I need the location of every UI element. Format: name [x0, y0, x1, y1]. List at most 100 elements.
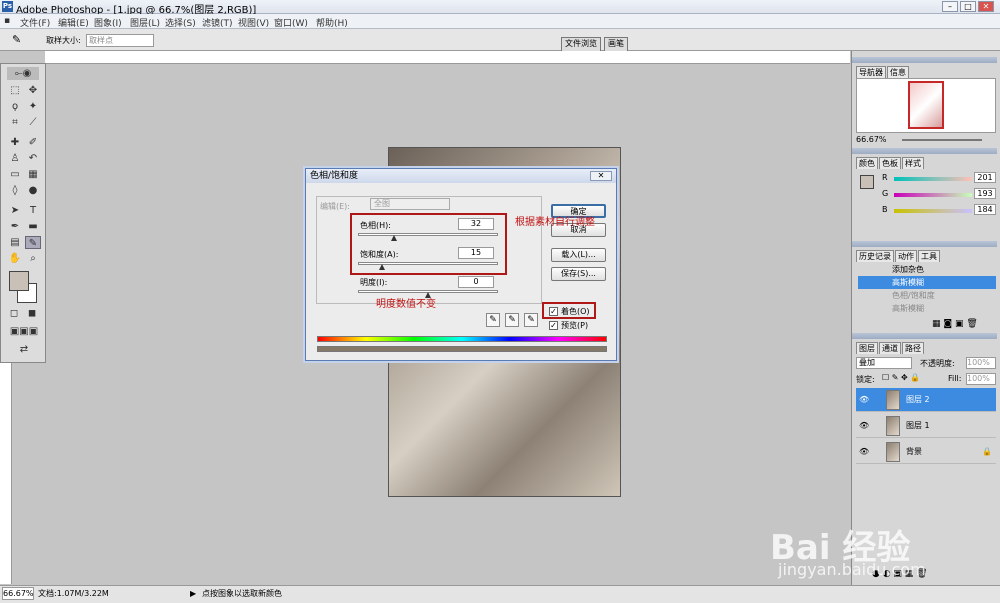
blur-tool-icon[interactable]: ◊: [7, 184, 23, 197]
menu-select[interactable]: 选择(S): [165, 16, 196, 29]
path-select-icon[interactable]: ➤: [7, 204, 23, 217]
eyedropper-plus-icon[interactable]: ✎: [505, 313, 519, 327]
tab-tools[interactable]: 工具: [918, 250, 940, 262]
load-button[interactable]: 载入(L)...: [551, 248, 606, 262]
layers-panel-bar[interactable]: [852, 333, 997, 339]
r-value[interactable]: 201: [974, 172, 996, 183]
eye-icon[interactable]: 👁: [859, 414, 869, 438]
tab-info[interactable]: 信息: [887, 66, 909, 78]
eyedropper-minus-icon[interactable]: ✎: [524, 313, 538, 327]
tab-navigator[interactable]: 导航器: [856, 66, 886, 78]
menu-filter[interactable]: 滤镜(T): [202, 16, 233, 29]
history-item-active[interactable]: 高斯模糊: [858, 276, 996, 289]
move-tool-icon[interactable]: ✥: [25, 84, 41, 97]
g-label: G: [882, 189, 889, 198]
g-value[interactable]: 193: [974, 188, 996, 199]
crop-tool-icon[interactable]: ⌗: [7, 116, 23, 129]
tab-swatches[interactable]: 色板: [879, 157, 901, 169]
eyedropper-icon[interactable]: ✎: [12, 33, 21, 46]
menu-view[interactable]: 视图(V): [238, 16, 269, 29]
color-panel-bar[interactable]: [852, 148, 997, 154]
history-item[interactable]: 色相/饱和度: [858, 289, 996, 302]
type-tool-icon[interactable]: T: [25, 204, 41, 217]
r-slider[interactable]: [894, 177, 972, 181]
jump-to-imageready-icon[interactable]: ⇄: [7, 343, 41, 356]
maximize-icon[interactable]: □: [960, 1, 976, 12]
tab-file-browser[interactable]: 文件浏览: [561, 37, 601, 51]
dialog-close-icon[interactable]: ✕: [590, 171, 612, 181]
shape-tool-icon[interactable]: ▬: [25, 220, 41, 233]
healing-brush-icon[interactable]: ✚: [7, 136, 23, 149]
eyedropper-icon[interactable]: ✎: [486, 313, 500, 327]
annotation-lightness-text: 明度数值不变: [376, 299, 436, 310]
status-arrow-icon[interactable]: ▶: [190, 587, 196, 601]
pen-tool-icon[interactable]: ✒: [7, 220, 23, 233]
marquee-tool-icon[interactable]: ⬚: [7, 84, 23, 97]
sample-size-select[interactable]: 取样点: [86, 34, 154, 47]
b-value[interactable]: 184: [974, 204, 996, 215]
menu-image[interactable]: 图象(I): [94, 16, 122, 29]
tab-channels[interactable]: 通道: [879, 342, 901, 354]
layer-row-active[interactable]: 👁 图层 2: [856, 388, 996, 412]
edit-select[interactable]: 全图: [370, 198, 450, 210]
layer-row[interactable]: 👁 背景 🔒: [856, 440, 996, 464]
toolbox-header[interactable]: ⟜◉: [7, 67, 39, 80]
notes-tool-icon[interactable]: ▤: [7, 236, 23, 249]
opacity-input[interactable]: 100%: [966, 357, 996, 369]
history-panel-bar[interactable]: [852, 241, 997, 247]
g-slider[interactable]: [894, 193, 972, 197]
quick-mask-icon[interactable]: ◼: [25, 307, 39, 320]
layer-row[interactable]: 👁 图层 1: [856, 414, 996, 438]
close-icon[interactable]: ✕: [978, 1, 994, 12]
menu-edit[interactable]: 编辑(E): [58, 16, 89, 29]
fill-input[interactable]: 100%: [966, 373, 996, 385]
history-action-icons[interactable]: ▦ ◙ ▣ 🗑: [932, 319, 978, 329]
blend-mode-select[interactable]: 叠加: [856, 357, 912, 369]
preview-label: 预览(P): [561, 321, 589, 330]
magic-wand-icon[interactable]: ✦: [25, 100, 41, 113]
tab-color[interactable]: 颜色: [856, 157, 878, 169]
screen-mode-icons[interactable]: ▣▣▣: [7, 325, 41, 338]
hand-tool-icon[interactable]: ✋: [7, 252, 23, 265]
brush-tool-icon[interactable]: ✐: [25, 136, 41, 149]
navigator-zoom[interactable]: 66.67%: [856, 135, 887, 144]
history-item[interactable]: 添加杂色: [858, 263, 996, 276]
eraser-tool-icon[interactable]: ▭: [7, 168, 23, 181]
gradient-tool-icon[interactable]: ▦: [25, 168, 41, 181]
eye-icon[interactable]: 👁: [859, 440, 869, 464]
tab-actions[interactable]: 动作: [895, 250, 917, 262]
tab-brushes[interactable]: 画笔: [604, 37, 628, 51]
menu-file[interactable]: 文件(F): [20, 16, 50, 29]
history-item[interactable]: 高斯模糊: [858, 302, 996, 315]
lightness-input[interactable]: 0: [458, 276, 494, 288]
tab-paths[interactable]: 路径: [902, 342, 924, 354]
tab-layers[interactable]: 图层: [856, 342, 878, 354]
navigator-thumbnail[interactable]: [908, 81, 944, 129]
menu-layer[interactable]: 图层(L): [130, 16, 160, 29]
lasso-tool-icon[interactable]: ϙ: [7, 100, 23, 113]
lock-icons[interactable]: ☐ ✎ ✥ 🔒: [882, 373, 920, 382]
foreground-color-swatch[interactable]: [9, 271, 29, 291]
standard-mode-icon[interactable]: ◻: [7, 307, 21, 320]
dodge-tool-icon[interactable]: ●: [25, 184, 41, 197]
eye-icon[interactable]: 👁: [859, 388, 869, 412]
menu-help[interactable]: 帮助(H): [316, 16, 348, 29]
panel-foreground-swatch[interactable]: [860, 175, 874, 189]
history-brush-icon[interactable]: ↶: [25, 152, 41, 165]
save-button[interactable]: 保存(S)...: [551, 267, 606, 281]
eyedropper-tool-icon[interactable]: ✎: [25, 236, 41, 249]
status-zoom[interactable]: 66.67%: [2, 587, 34, 600]
menu-window[interactable]: 窗口(W): [274, 16, 308, 29]
menu-app-icon[interactable]: ▪: [4, 16, 10, 26]
clone-stamp-icon[interactable]: ♙: [7, 152, 23, 165]
minimize-icon[interactable]: –: [942, 1, 958, 12]
status-doc-size: 文档:1.07M/3.22M: [38, 589, 109, 598]
tab-styles[interactable]: 样式: [902, 157, 924, 169]
preview-checkbox[interactable]: ✓: [549, 321, 558, 330]
navigator-zoom-slider[interactable]: [902, 139, 982, 141]
b-slider[interactable]: [894, 209, 972, 213]
slice-tool-icon[interactable]: ⟋: [25, 116, 41, 129]
navigator-panel-bar[interactable]: [852, 57, 997, 63]
tab-history[interactable]: 历史记录: [856, 250, 894, 262]
zoom-tool-icon[interactable]: ⌕: [25, 252, 41, 265]
